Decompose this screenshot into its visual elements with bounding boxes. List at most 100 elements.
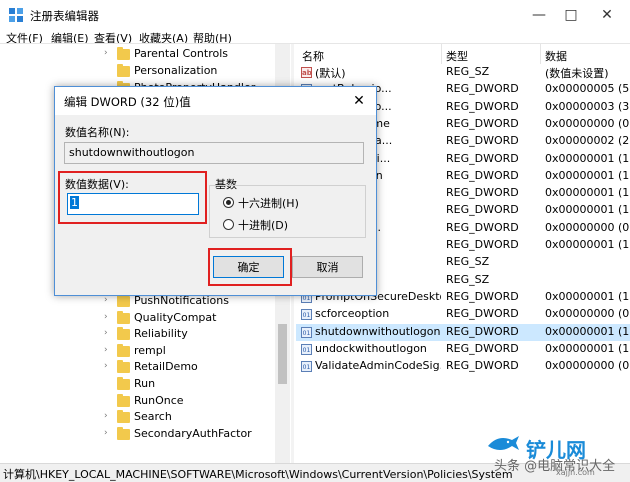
list-row[interactable]: 01 shutdownwithoutlogon REG_DWORD 0x0000000… xyxy=(296,323,630,341)
tree-item-label: Parental Controls xyxy=(134,47,228,60)
folder-icon xyxy=(117,394,130,407)
title-bar: 注册表编辑器 — □ ✕ xyxy=(0,0,630,30)
value-data: (数值未设置) xyxy=(545,67,609,80)
dword-value-icon: 01 xyxy=(301,326,312,338)
hex-radio[interactable] xyxy=(223,197,234,208)
chevron-right-icon[interactable]: › xyxy=(104,428,108,438)
tree-item-label: Search xyxy=(134,410,172,423)
chevron-right-icon[interactable]: › xyxy=(104,345,108,355)
tree-item-label: Personalization xyxy=(134,64,218,77)
close-window-button[interactable]: ✕ xyxy=(593,4,621,26)
value-data: 0x00000001 (1) xyxy=(545,238,630,251)
tree-item[interactable]: RunOnce xyxy=(0,393,290,410)
tree-item[interactable]: Run xyxy=(0,376,290,393)
watermark-url: xajjn.com xyxy=(556,468,595,477)
value-type: REG_SZ xyxy=(446,65,490,78)
chevron-right-icon[interactable]: › xyxy=(104,312,108,322)
chevron-right-icon[interactable]: › xyxy=(104,328,108,338)
tree-item[interactable]: › Search xyxy=(0,409,290,426)
maximize-button[interactable]: □ xyxy=(557,4,585,26)
value-type: REG_DWORD xyxy=(446,116,519,130)
value-data: 0x00000001 (1) xyxy=(545,324,630,338)
tree-item-label: Run xyxy=(134,377,156,390)
list-row[interactable]: 01 scforceoption REG_DWORD 0x00000000 (0) xyxy=(296,306,630,323)
value-type: REG_DWORD xyxy=(446,99,519,113)
column-divider[interactable] xyxy=(441,44,442,64)
tree-item-label: RetailDemo xyxy=(134,360,198,373)
value-type: REG_DWORD xyxy=(446,238,519,251)
dword-value-icon: 01 xyxy=(301,309,312,321)
dword-value-icon: 01 xyxy=(301,343,312,355)
list-row[interactable]: 01 undockwithoutlogon REG_DWORD 0x00000001 … xyxy=(296,341,630,358)
ok-button[interactable]: 确定 xyxy=(213,256,284,278)
dialog-close-icon[interactable]: ✕ xyxy=(348,91,370,111)
value-name: shutdownwithoutlogon xyxy=(315,324,441,338)
tree-item[interactable]: › QualityCompat xyxy=(0,310,290,327)
value-name-label: 数值名称(N): xyxy=(65,126,130,139)
decimal-radio[interactable] xyxy=(223,219,234,230)
value-type: REG_DWORD xyxy=(446,359,519,373)
value-data: 0x00000003 (3) xyxy=(545,99,630,113)
chevron-right-icon[interactable]: › xyxy=(104,361,108,371)
column-header-type[interactable]: 类型 xyxy=(446,48,468,64)
value-type: REG_DWORD xyxy=(446,289,519,303)
folder-icon xyxy=(117,360,130,373)
value-data-input[interactable]: 1 xyxy=(67,193,199,215)
list-header: 名称 类型 数据 xyxy=(296,44,630,64)
list-row[interactable]: 01 ValidateAdminCodeSig... REG_DWORD 0x0000… xyxy=(296,358,630,375)
tree-item[interactable]: › Reliability xyxy=(0,326,290,343)
tree-item[interactable]: › Parental Controls xyxy=(0,46,290,63)
folder-icon xyxy=(117,327,130,340)
hex-radio-label[interactable]: 十六进制(H) xyxy=(238,195,299,211)
value-data: 0x00000001 (1) xyxy=(545,168,630,182)
list-row[interactable]: ab (默认) REG_SZ (数值未设置) xyxy=(296,64,630,81)
value-type: REG_DWORD xyxy=(446,324,519,338)
tree-item-label: Reliability xyxy=(134,327,188,340)
folder-icon xyxy=(117,47,130,60)
edit-dword-dialog: 编辑 DWORD (32 位)值 ✕ 数值名称(N): shutdownwith… xyxy=(54,86,377,296)
dword-value-icon: 01 xyxy=(301,361,312,373)
dialog-title-bar: 编辑 DWORD (32 位)值 ✕ xyxy=(55,87,376,115)
tree-item-label: QualityCompat xyxy=(134,311,217,324)
decimal-radio-label[interactable]: 十进制(D) xyxy=(238,217,288,233)
value-type: REG_DWORD xyxy=(446,134,519,148)
value-data: 0x00000001 (1) xyxy=(545,341,630,355)
value-name: ValidateAdminCodeSig... xyxy=(315,359,441,373)
cancel-button[interactable]: 取消 xyxy=(292,256,363,278)
value-data: 0x00000005 (5) xyxy=(545,82,630,96)
base-group: 十六进制(H) 十进制(D) xyxy=(209,185,366,238)
value-type: REG_SZ xyxy=(446,272,490,286)
tree-item[interactable]: › SecondaryAuthFactor xyxy=(0,426,290,443)
value-type: REG_DWORD xyxy=(446,151,519,165)
folder-icon xyxy=(117,410,130,423)
value-type: REG_DWORD xyxy=(446,341,519,355)
folder-icon xyxy=(117,344,130,357)
column-header-name[interactable]: 名称 xyxy=(302,48,324,64)
scrollbar-thumb[interactable] xyxy=(278,324,287,384)
value-data: 0x00000000 (0) xyxy=(545,307,630,321)
value-type: REG_DWORD xyxy=(446,168,519,182)
tree-item[interactable]: › RetailDemo xyxy=(0,359,290,376)
dialog-title: 编辑 DWORD (32 位)值 xyxy=(64,95,191,109)
chevron-right-icon[interactable]: › xyxy=(104,295,108,305)
value-name-text: shutdownwithoutlogon xyxy=(69,146,195,159)
value-data: 0x00000000 (0) xyxy=(545,220,630,234)
value-data: 0x00000001 (1) xyxy=(545,151,630,165)
tree-item[interactable]: › rempl xyxy=(0,343,290,360)
value-data-label: 数值数据(V): xyxy=(65,178,129,191)
value-name-field: shutdownwithoutlogon xyxy=(64,142,364,164)
tree-item[interactable]: Personalization xyxy=(0,63,290,80)
column-header-data[interactable]: 数据 xyxy=(545,48,567,64)
tree-item-label: SecondaryAuthFactor xyxy=(134,427,252,440)
minimize-button[interactable]: — xyxy=(525,4,553,26)
value-type: REG_DWORD xyxy=(446,307,519,321)
value-type: REG_DWORD xyxy=(446,203,519,217)
value-data: 0x00000001 (1) xyxy=(545,186,630,200)
string-value-icon: ab xyxy=(301,67,312,78)
value-name: scforceoption xyxy=(315,307,390,321)
folder-icon xyxy=(117,64,130,77)
column-divider[interactable] xyxy=(540,44,541,64)
chevron-right-icon[interactable]: › xyxy=(104,48,108,58)
chevron-right-icon[interactable]: › xyxy=(104,411,108,421)
value-type: REG_SZ xyxy=(446,255,490,269)
